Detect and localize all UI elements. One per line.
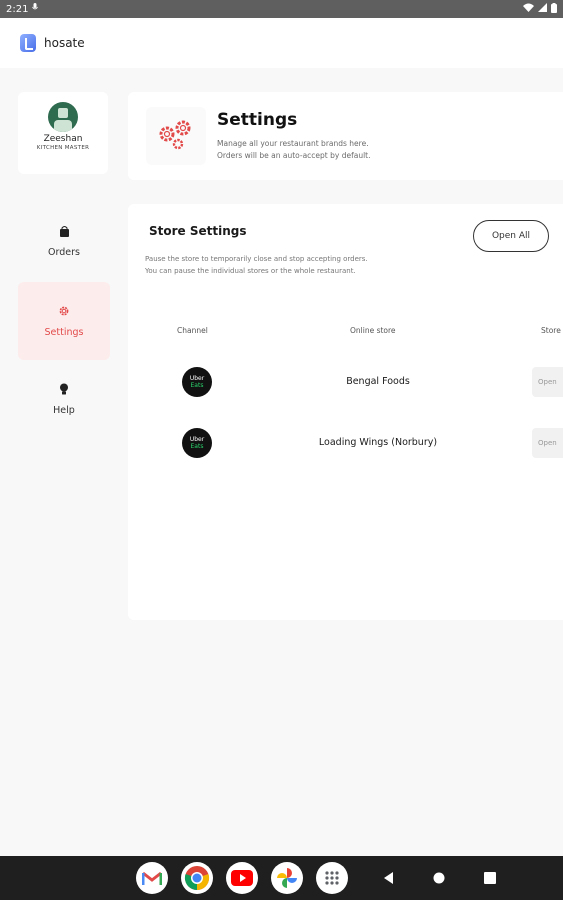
open-all-button[interactable]: Open All	[473, 220, 549, 252]
app-header: hosate	[0, 18, 563, 68]
photos-icon[interactable]	[271, 862, 303, 894]
profile-role: KITCHEN MASTER	[36, 145, 90, 151]
page-subtitle-line: Manage all your restaurant brands here.	[217, 139, 369, 148]
android-nav-bar	[0, 856, 563, 900]
column-header-channel: Channel	[177, 326, 208, 335]
table-row: Uber Eats Loading Wings (Norbury) Open	[128, 428, 563, 458]
page-subtitle-line: Orders will be an auto-accept by default…	[217, 151, 371, 160]
logo-text: Uber	[189, 436, 205, 443]
page-title: Settings	[217, 110, 298, 130]
logo-text: Eats	[190, 443, 204, 450]
mic-icon	[32, 3, 39, 15]
profile-name: Zeeshan	[43, 134, 83, 144]
settings-illustration	[146, 107, 206, 165]
profile-card[interactable]: Zeeshan KITCHEN MASTER	[18, 92, 108, 174]
sidebar-item-orders[interactable]: Orders	[18, 203, 110, 281]
store-name: Bengal Foods	[346, 376, 410, 387]
battery-icon	[551, 2, 557, 16]
store-status-toggle[interactable]: Open	[532, 428, 563, 458]
brand-name: hosate	[44, 36, 85, 50]
store-settings-description: Pause the store to temporarily close and…	[145, 253, 465, 277]
store-settings-title: Store Settings	[149, 224, 247, 238]
youtube-icon[interactable]	[226, 862, 258, 894]
sidebar-item-label: Settings	[44, 326, 84, 338]
bag-icon	[59, 226, 70, 239]
app-logo-icon[interactable]	[20, 34, 36, 52]
gears-icon	[159, 120, 191, 150]
status-time: 2:21	[6, 3, 29, 15]
description-line: Pause the store to temporarily close and…	[145, 255, 368, 263]
column-header-online-store: Online store	[350, 326, 396, 335]
status-bar: 2:21	[0, 0, 563, 18]
sidebar-item-label: Help	[53, 404, 75, 416]
page-subtitle: Manage all your restaurant brands here. …	[217, 138, 517, 162]
recents-icon[interactable]	[482, 870, 498, 886]
bulb-icon	[59, 383, 69, 397]
sidebar-item-label: Orders	[48, 247, 80, 258]
store-status-toggle[interactable]: Open	[532, 367, 563, 397]
gear-icon	[58, 305, 70, 319]
store-settings-card: Store Settings Open All Pause the store …	[128, 204, 563, 620]
store-name: Loading Wings (Norbury)	[318, 437, 438, 448]
gmail-icon[interactable]	[136, 862, 168, 894]
uber-eats-logo-icon: Uber Eats	[182, 428, 212, 458]
settings-header-card: Settings Manage all your restaurant bran…	[128, 92, 563, 180]
home-icon[interactable]	[431, 870, 447, 886]
uber-eats-logo-icon: Uber Eats	[182, 367, 212, 397]
back-icon[interactable]	[381, 870, 397, 886]
column-header-store: Store	[541, 326, 561, 335]
sidebar-item-help[interactable]: Help	[18, 360, 110, 438]
logo-text: Uber	[189, 375, 205, 382]
chrome-icon[interactable]	[181, 862, 213, 894]
wifi-icon	[523, 3, 534, 15]
logo-text: Eats	[190, 382, 204, 389]
app-drawer-icon[interactable]	[316, 862, 348, 894]
avatar	[48, 102, 78, 132]
description-line: You can pause the individual stores or t…	[145, 267, 356, 275]
signal-icon	[538, 3, 547, 15]
table-row: Uber Eats Bengal Foods Open	[128, 367, 563, 397]
sidebar-item-settings[interactable]: Settings	[18, 282, 110, 360]
